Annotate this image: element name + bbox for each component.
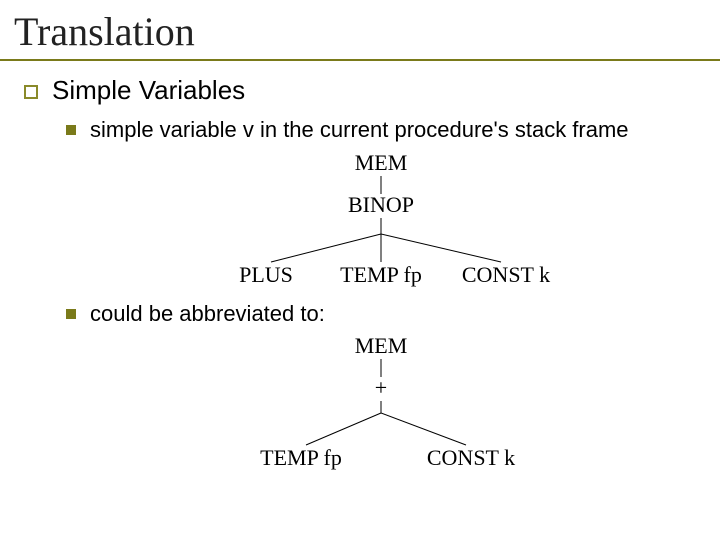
tree-diagram-2: MEM + TEMP fp CONST k xyxy=(66,333,696,473)
section-heading: Simple Variables xyxy=(52,75,245,106)
tree1-edge-right xyxy=(381,234,501,262)
hollow-square-bullet-icon xyxy=(24,85,38,99)
filled-square-bullet-icon xyxy=(66,125,76,135)
tree1-binop-node: BINOP xyxy=(348,192,414,217)
tree2-mem-node: MEM xyxy=(355,333,408,358)
bullet-text-2: could be abbreviated to: xyxy=(90,300,325,328)
tree1-edge-left xyxy=(271,234,381,262)
tree2-svg: MEM + TEMP fp CONST k xyxy=(221,333,541,473)
subsection-block: simple variable v in the current procedu… xyxy=(66,116,696,473)
section-row: Simple Variables xyxy=(24,75,696,106)
filled-square-bullet-icon xyxy=(66,309,76,319)
tree2-temp-node: TEMP fp xyxy=(260,445,342,470)
tree2-edge-right xyxy=(381,413,466,445)
tree2-const-node: CONST k xyxy=(427,445,515,470)
tree1-const-node: CONST k xyxy=(462,262,550,287)
slide-title: Translation xyxy=(14,8,720,55)
slide-content: Simple Variables simple variable v in th… xyxy=(0,61,720,473)
tree-diagram-1: MEM BINOP PLUS TEMP fp CONST k xyxy=(66,150,696,290)
bullet-row-1: simple variable v in the current procedu… xyxy=(66,116,696,144)
tree2-plus-node: + xyxy=(375,375,387,400)
bullet-text-1: simple variable v in the current procedu… xyxy=(90,116,629,144)
tree1-temp-node: TEMP fp xyxy=(340,262,422,287)
bullet-row-2: could be abbreviated to: xyxy=(66,300,696,328)
tree2-edge-left xyxy=(306,413,381,445)
tree1-svg: MEM BINOP PLUS TEMP fp CONST k xyxy=(201,150,561,290)
tree1-plus-node: PLUS xyxy=(239,262,293,287)
tree1-mem-node: MEM xyxy=(355,150,408,175)
